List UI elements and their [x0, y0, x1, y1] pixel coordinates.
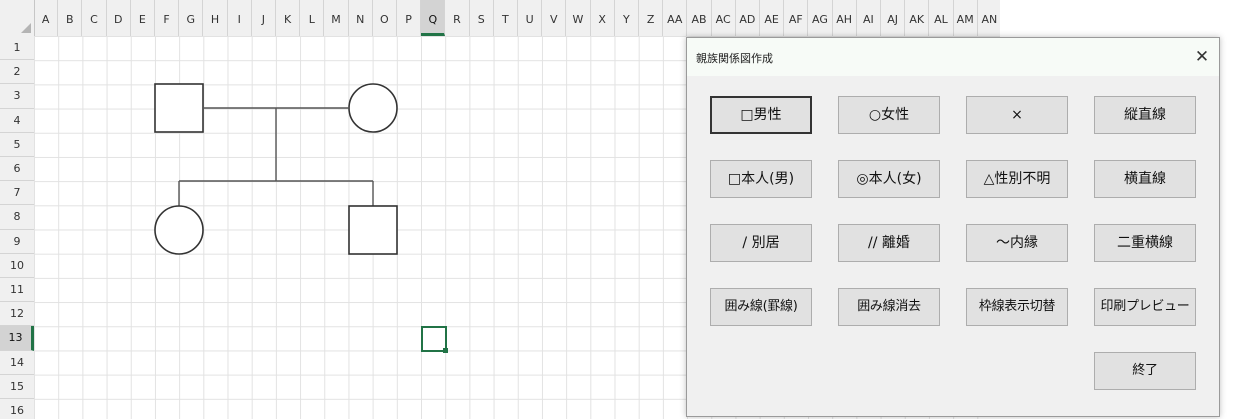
cross-button[interactable]: × — [966, 96, 1068, 134]
print-preview-button[interactable]: 印刷プレビュー — [1094, 288, 1196, 326]
exit-button[interactable]: 終了 — [1094, 352, 1196, 390]
self-female-button[interactable]: ◎本人(女) — [838, 160, 940, 198]
dialog-body: □男性 ○女性 × 縦直線 □本人(男) ◎本人(女) △性別不明 横直線 / 別居 // 離婚 ～… — [687, 76, 1219, 416]
father-square-shape[interactable] — [154, 83, 204, 133]
daughter-circle-shape[interactable] — [154, 205, 204, 255]
dialog-title-bar[interactable]: 親族関係図作成 ✕ — [687, 38, 1219, 76]
unknown-sex-button[interactable]: △性別不明 — [966, 160, 1068, 198]
divorce-button[interactable]: // 離婚 — [838, 224, 940, 262]
self-male-button[interactable]: □本人(男) — [710, 160, 812, 198]
son-square-shape[interactable] — [348, 205, 398, 255]
close-icon[interactable]: ✕ — [1189, 44, 1215, 70]
common-law-button[interactable]: ～内縁 — [966, 224, 1068, 262]
fill-handle[interactable] — [443, 348, 448, 353]
separation-button[interactable]: / 別居 — [710, 224, 812, 262]
border-enclose-button[interactable]: 囲み線(罫線) — [710, 288, 812, 326]
male-button[interactable]: □男性 — [710, 96, 812, 134]
horizontal-line-button[interactable]: 横直線 — [1094, 160, 1196, 198]
dialog-title: 親族関係図作成 — [696, 52, 773, 65]
female-button[interactable]: ○女性 — [838, 96, 940, 134]
double-horizontal-line-button[interactable]: 二重横線 — [1094, 224, 1196, 262]
mother-circle-shape[interactable] — [348, 83, 398, 133]
vertical-line-button[interactable]: 縦直線 — [1094, 96, 1196, 134]
selected-cell[interactable] — [421, 326, 447, 352]
kinship-diagram-dialog: 親族関係図作成 ✕ □男性 ○女性 × 縦直線 □本人(男) ◎本人(女) △性別不明 横直線… — [686, 37, 1220, 417]
border-clear-button[interactable]: 囲み線消去 — [838, 288, 940, 326]
gridline-toggle-button[interactable]: 枠線表示切替 — [966, 288, 1068, 326]
